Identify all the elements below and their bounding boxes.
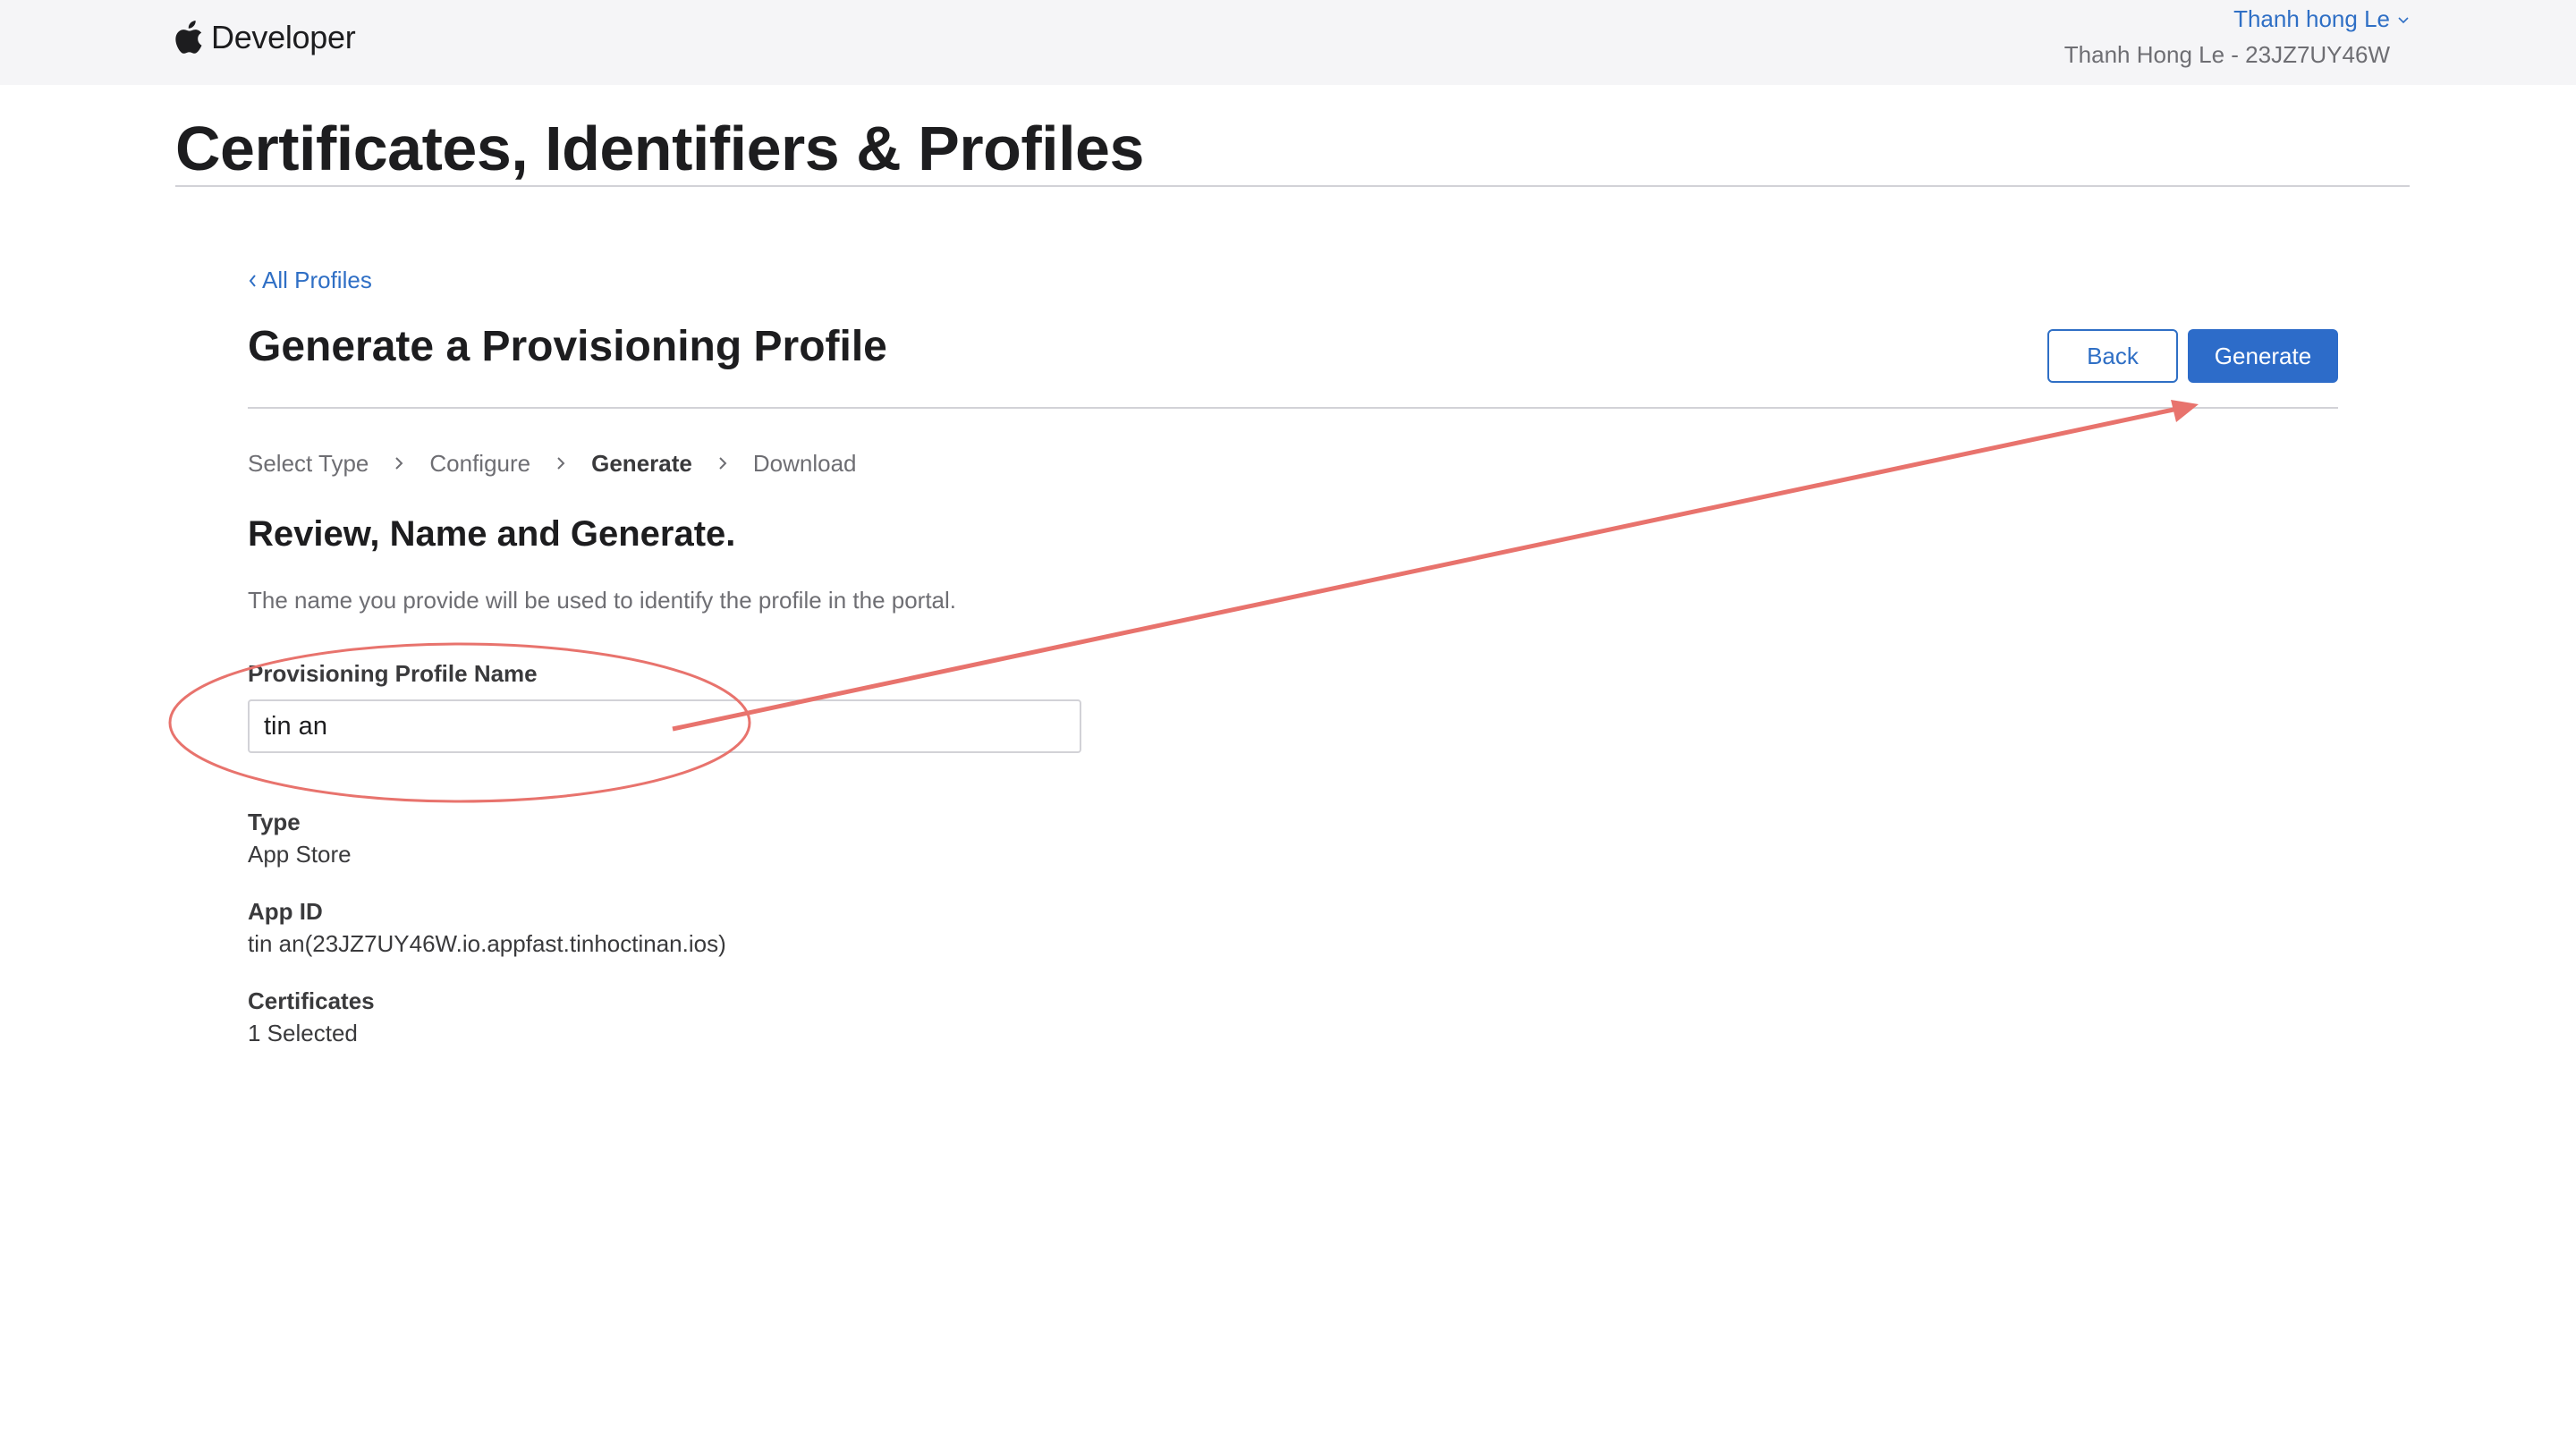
annotation-arrowhead	[2171, 400, 2199, 422]
certificates-value: 1 Selected	[248, 1020, 358, 1046]
page-title: Certificates, Identifiers & Profiles	[175, 114, 1144, 183]
step-configure: Configure	[429, 449, 531, 477]
chevron-left-icon	[249, 274, 256, 287]
chevron-right-icon	[719, 457, 727, 470]
all-profiles-link[interactable]: All Profiles	[248, 267, 372, 294]
app-id-label: App ID	[248, 898, 323, 925]
account-menu[interactable]: Thanh hong Le	[2233, 5, 2410, 33]
section-divider	[248, 407, 2338, 409]
step-generate: Generate	[591, 449, 692, 477]
app-id-value: tin an(23JZ7UY46W.io.appfast.tinhoctinan…	[248, 930, 726, 957]
review-heading: Review, Name and Generate.	[248, 514, 736, 554]
account-name: Thanh hong Le	[2233, 5, 2390, 32]
generate-button[interactable]: Generate	[2188, 329, 2338, 383]
step-download: Download	[752, 449, 857, 477]
chevron-down-icon	[2398, 16, 2409, 23]
type-label: Type	[248, 809, 301, 835]
page: Developer Thanh hong Le Thanh Hong Le - …	[0, 0, 2576, 1440]
back-button[interactable]: Back	[2047, 329, 2178, 383]
profile-name-input[interactable]	[248, 699, 1081, 753]
step-breadcrumb: Select Type Configure Generate Download	[248, 447, 857, 479]
team-name: Thanh Hong Le - 23JZ7UY46W	[2063, 41, 2390, 68]
annotation-arrow-line	[672, 407, 2174, 732]
apple-logo-icon	[175, 21, 202, 54]
step-select-type: Select Type	[248, 449, 369, 477]
profile-name-label: Provisioning Profile Name	[248, 660, 538, 687]
review-description: The name you provide will be used to ide…	[248, 587, 957, 614]
certificates-label: Certificates	[248, 987, 375, 1014]
chevron-right-icon	[395, 457, 403, 470]
chevron-right-icon	[557, 457, 565, 470]
global-header: Developer Thanh hong Le Thanh Hong Le - …	[0, 0, 2576, 85]
brand-label: Developer	[211, 19, 356, 55]
type-value: App Store	[248, 841, 352, 868]
title-divider	[175, 185, 2410, 187]
section-title: Generate a Provisioning Profile	[248, 323, 887, 370]
developer-home-link[interactable]: Developer	[175, 16, 356, 59]
all-profiles-label: All Profiles	[262, 267, 372, 293]
